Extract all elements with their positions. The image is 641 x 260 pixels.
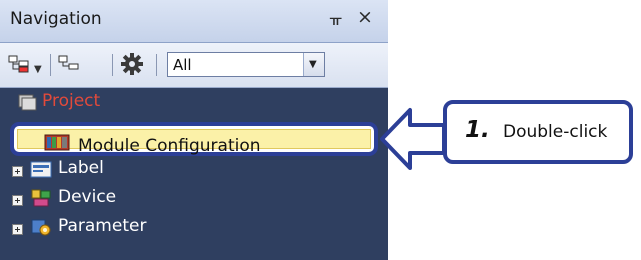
- collapse-tree-button[interactable]: [58, 52, 84, 76]
- parameter-icon: [31, 219, 51, 236]
- tree-item-label: Module Configuration: [78, 136, 261, 156]
- tree-expand-icon: [8, 55, 29, 73]
- tree-item-label: Device: [58, 187, 117, 207]
- panel-title-bar: Navigation ᚂ ×: [0, 0, 388, 43]
- expand-icon[interactable]: [12, 224, 23, 235]
- tree-item-parameter[interactable]: Parameter: [10, 215, 210, 243]
- filter-dropdown-button[interactable]: ▼: [303, 53, 324, 76]
- callout-arrow: [380, 108, 446, 170]
- close-icon[interactable]: ×: [357, 6, 373, 28]
- toolbar-separator: [112, 54, 113, 76]
- filter-value: All: [173, 56, 192, 74]
- pin-icon[interactable]: ᚂ: [330, 8, 341, 27]
- chevron-down-icon: ▼: [34, 64, 42, 75]
- instruction-callout: 1. Double-click: [443, 100, 633, 164]
- panel-title: Navigation: [10, 9, 102, 29]
- expand-tree-button[interactable]: ▼: [8, 52, 46, 76]
- settings-button[interactable]: [120, 52, 148, 76]
- tree-collapse-icon: [58, 55, 79, 70]
- device-icon: [31, 189, 51, 207]
- project-icon: [18, 94, 37, 111]
- module-configuration-icon: [44, 134, 70, 151]
- chevron-down-icon: ▼: [309, 59, 317, 70]
- expand-icon[interactable]: [12, 195, 23, 206]
- tree-item-device[interactable]: Device: [10, 186, 210, 214]
- step-number: 1.: [465, 117, 490, 143]
- label-icon: [30, 161, 52, 178]
- tree-item-label: Parameter: [58, 216, 147, 236]
- toolbar-separator: [156, 54, 157, 76]
- tree-item-module-configuration[interactable]: Module Configuration: [10, 122, 378, 156]
- tree-item-label-node[interactable]: Label: [10, 157, 210, 185]
- tree-item-project[interactable]: Project: [18, 90, 218, 118]
- expand-icon[interactable]: [12, 166, 23, 177]
- toolbar-separator: [50, 54, 51, 76]
- step-instruction: Double-click: [503, 122, 608, 142]
- tree-item-label: Label: [58, 158, 104, 178]
- gear-icon: [121, 53, 143, 75]
- filter-dropdown[interactable]: All ▼: [167, 52, 325, 77]
- selection-highlight: Module Configuration: [17, 129, 371, 156]
- toolbar: ▼ All ▼: [0, 43, 388, 88]
- tree-item-label: Project: [42, 91, 101, 111]
